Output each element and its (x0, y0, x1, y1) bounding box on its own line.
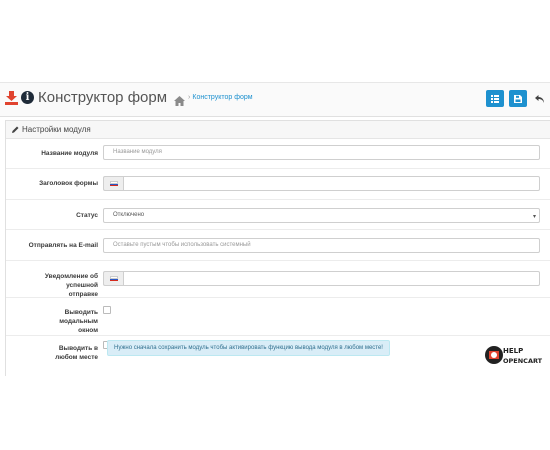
status-select[interactable]: Отключено ▾ (103, 208, 540, 223)
form-row-status: Статус Отключено ▾ (6, 200, 550, 230)
panel-title: Настройки модуля (22, 125, 91, 134)
form-row-success: Уведомление об успешной отправке (6, 261, 550, 298)
info-icon[interactable]: i (21, 91, 34, 104)
pencil-icon (12, 126, 19, 133)
settings-panel: Настройки модуля Название модуля Названи… (5, 120, 550, 376)
save-icon (514, 94, 522, 103)
module-name-input[interactable]: Название модуля (103, 145, 540, 160)
page-title: Конструктор форм (38, 89, 168, 106)
ru-flag-icon (109, 181, 118, 186)
email-input[interactable]: Оставьте пустым чтобы использовать систе… (103, 238, 540, 253)
form-title-input[interactable] (123, 176, 540, 191)
panel-heading: Настройки модуля (6, 121, 550, 139)
form-row-email: Отправлять на E-mail Оставьте пустым что… (6, 230, 550, 261)
list-icon (491, 94, 499, 103)
form-row-title: Заголовок формы (6, 169, 550, 200)
info-alert: Нужно сначала сохранить модуль чтобы акт… (107, 340, 390, 356)
logo-line1: HELP (503, 347, 523, 355)
logo-line2: OPENCART (503, 357, 543, 365)
label-modal: Выводить модальным окном (59, 309, 98, 334)
language-flag-addon (103, 271, 123, 286)
modal-checkbox[interactable] (103, 306, 111, 314)
label-module-name: Название модуля (41, 150, 98, 157)
list-button[interactable] (486, 90, 504, 107)
label-email: Отправлять на E-mail (28, 242, 98, 249)
helpopencart-logo: HELP OPENCART (484, 343, 544, 367)
toolbar (486, 90, 546, 107)
ru-flag-icon (109, 276, 118, 281)
label-success: Уведомление об успешной отправке (44, 273, 98, 298)
page-header: i Конструктор форм › Конструктор форм (0, 82, 550, 117)
chevron-down-icon: ▾ (532, 214, 536, 220)
language-flag-addon (103, 176, 123, 191)
download-icon[interactable] (5, 90, 18, 105)
label-form-title: Заголовок формы (39, 180, 98, 187)
label-anywhere: Выводить в любом месте (55, 345, 98, 361)
home-icon[interactable] (174, 93, 186, 106)
back-button[interactable] (532, 90, 546, 107)
form-row-modal: Выводить модальным окном (6, 298, 550, 336)
save-button[interactable] (509, 90, 527, 107)
back-icon (534, 94, 544, 103)
status-select-value: Отключено (113, 212, 145, 218)
breadcrumb-separator: › (188, 94, 191, 101)
form-row-name: Название модуля Название модуля (6, 139, 550, 169)
title-area: i Конструктор форм › Конструктор форм (5, 89, 253, 106)
breadcrumb-link[interactable]: Конструктор форм (192, 94, 252, 101)
label-status: Статус (76, 212, 98, 219)
success-message-input[interactable] (123, 271, 540, 286)
